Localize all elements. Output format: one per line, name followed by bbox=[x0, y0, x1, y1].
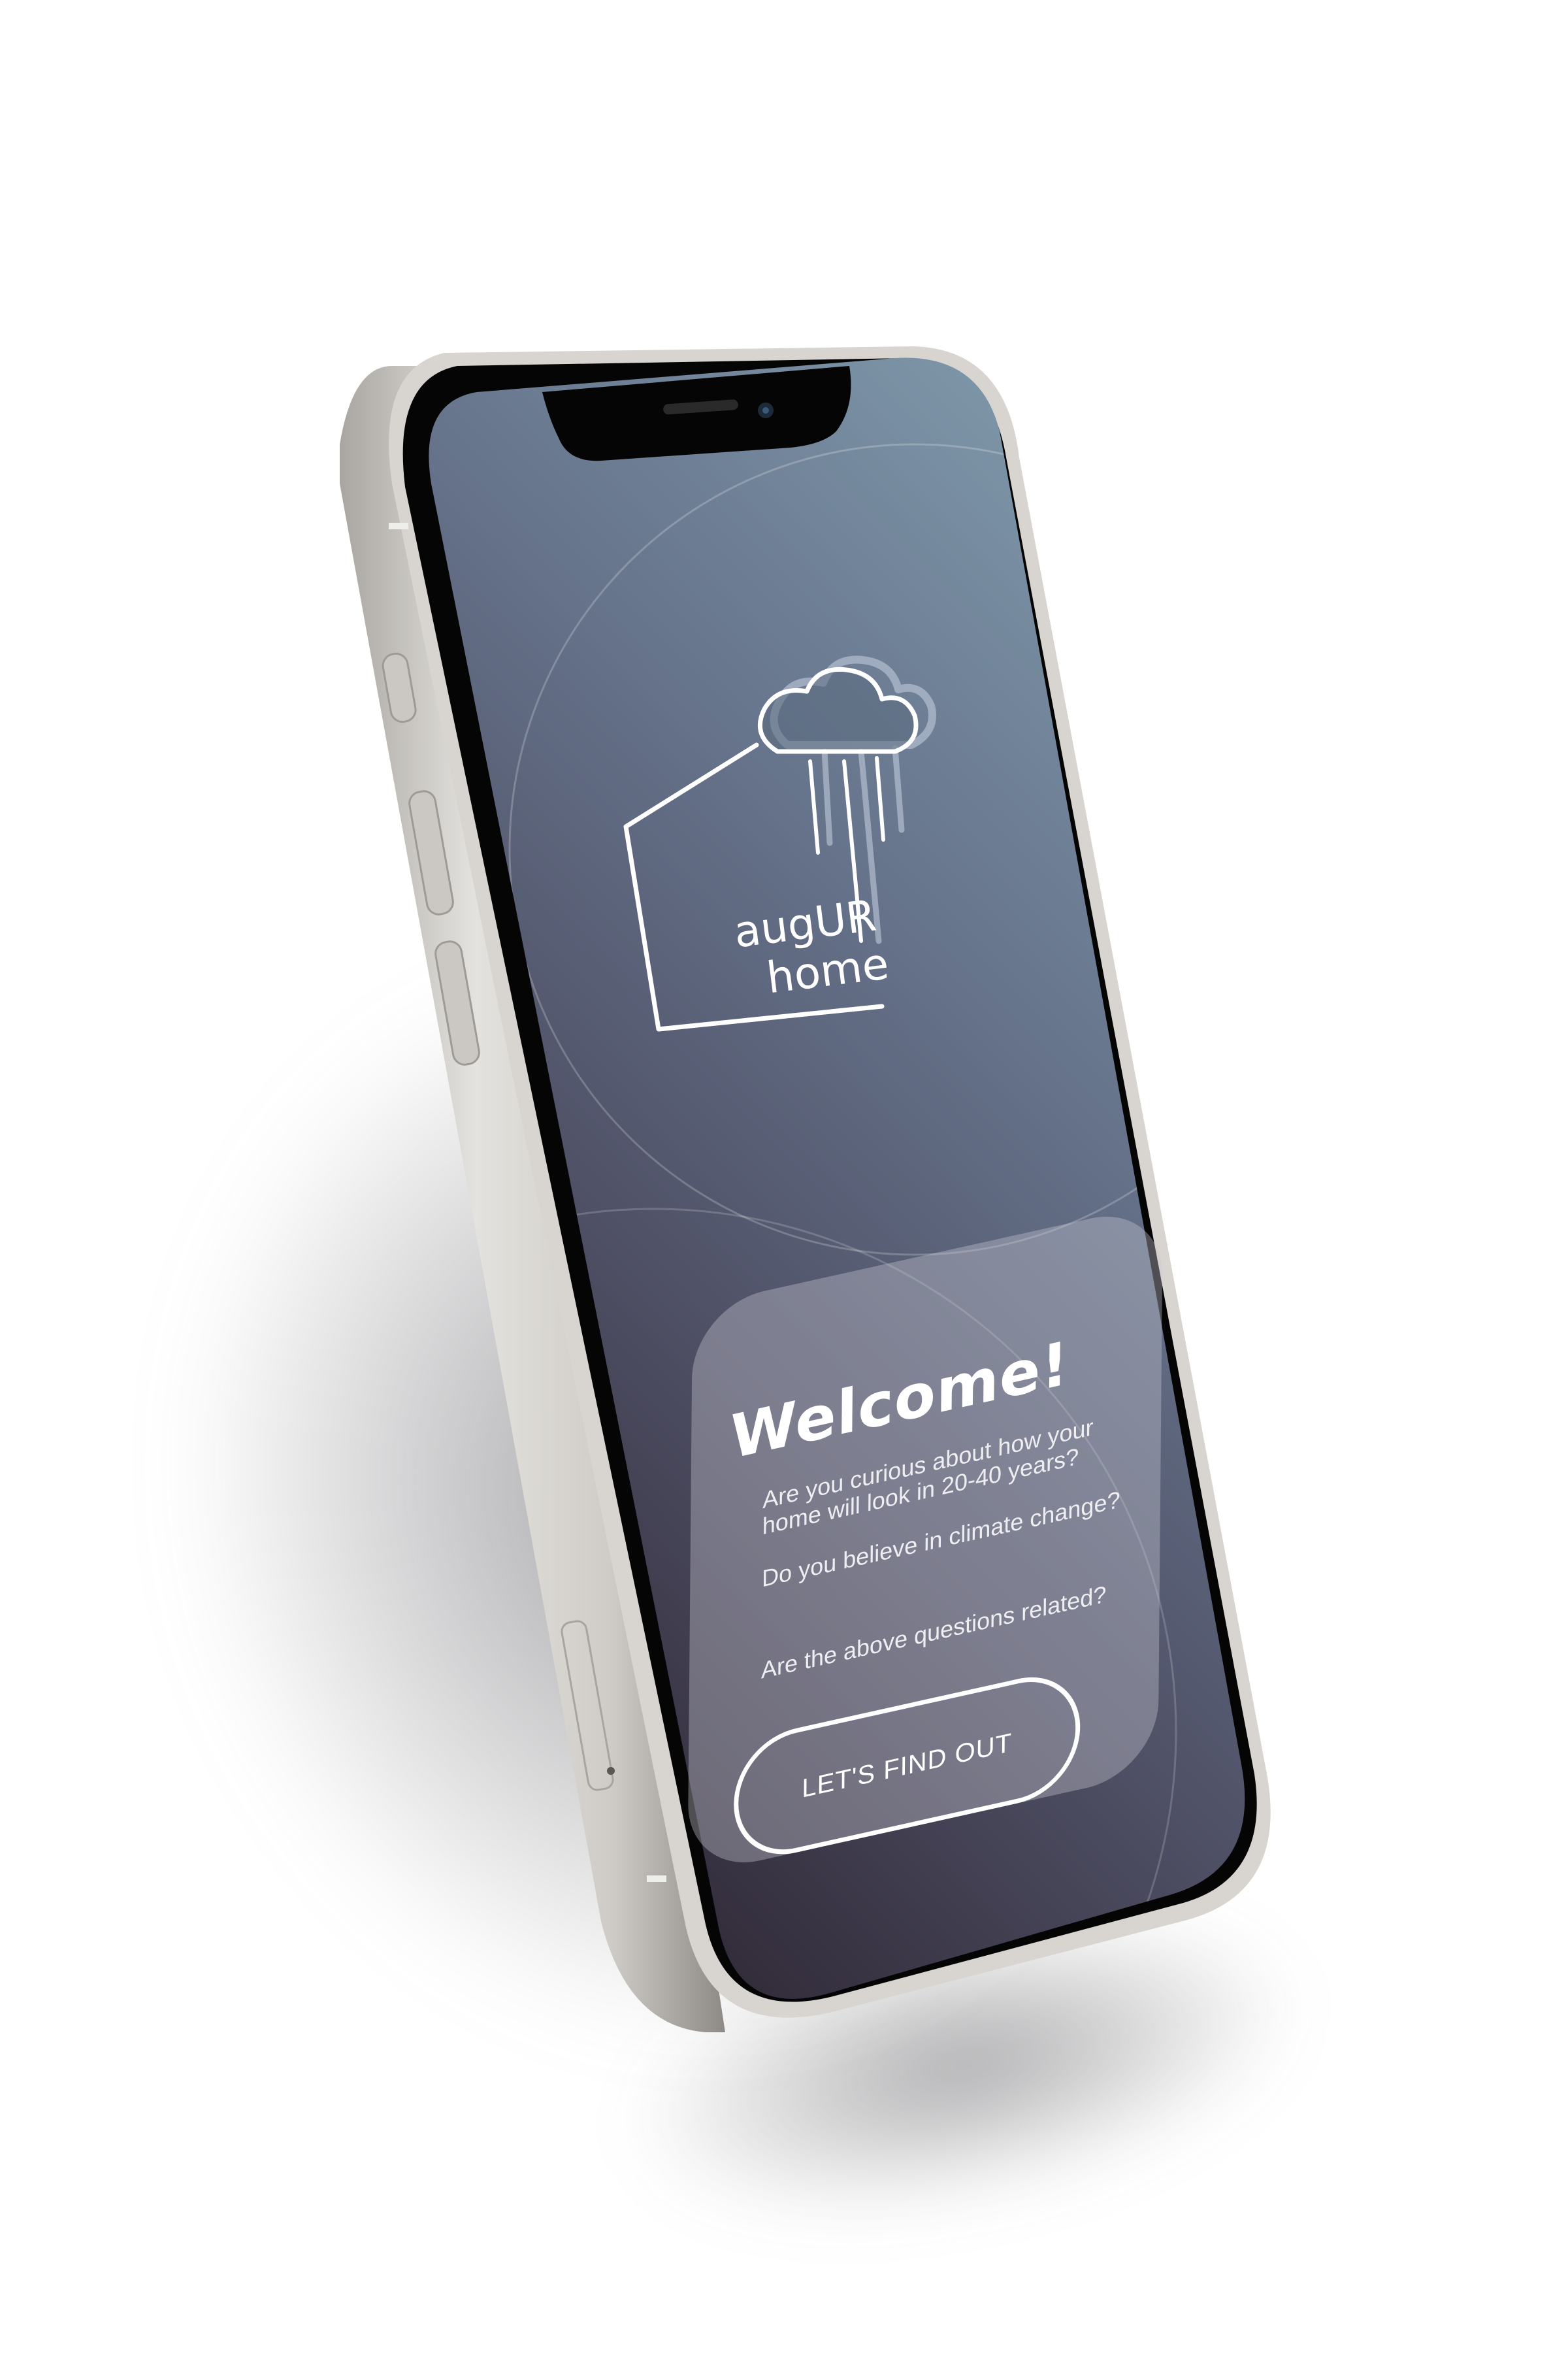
lets-find-out-button[interactable]: LET'S FIND OUT bbox=[733, 1665, 1081, 1867]
welcome-card: Welcome! Are you curious about how your … bbox=[687, 1202, 1163, 1877]
app-screen: augUR home Welcome! Are you curious abou… bbox=[0, 0, 1568, 2359]
mockup-stage: augUR home Welcome! Are you curious abou… bbox=[0, 0, 1568, 2359]
related-question: Are the above questions related? bbox=[760, 1580, 1107, 1684]
logo-text-line2: home bbox=[764, 938, 892, 1004]
